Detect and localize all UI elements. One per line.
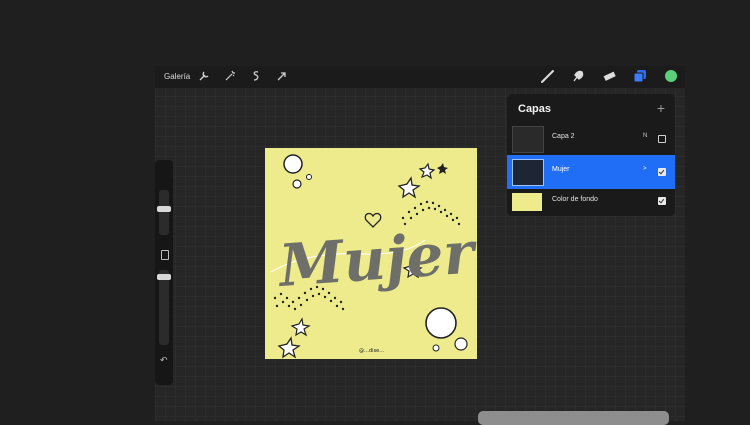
brush-icon[interactable] [541,69,555,83]
magic-wand-icon[interactable] [224,70,236,82]
opacity-slider[interactable] [159,270,169,345]
artwork-signature: @…dise… [359,348,384,354]
opacity-handle[interactable] [157,274,171,280]
layer-thumbnail [512,126,544,153]
undo-icon[interactable]: ↶ [160,355,168,366]
selection-icon[interactable] [250,70,262,82]
layer-name: Mujer [552,166,570,173]
layer-row-capa-2[interactable]: Capa 2 N [507,122,675,156]
layer-name: Color de fondo [552,196,598,203]
bottom-panel-handle[interactable] [478,411,669,425]
modify-button-icon[interactable] [161,250,169,260]
layer-visibility-checkbox[interactable] [658,197,666,205]
background-color-swatch[interactable] [512,193,542,211]
layer-visibility-checkbox[interactable] [658,168,666,176]
layers-icon[interactable] [633,69,647,83]
layer-row-background-color[interactable]: Color de fondo [507,189,675,215]
artwork-title: Mujer [275,218,477,300]
smudge-icon[interactable] [571,69,585,83]
add-layer-button[interactable]: + [657,100,665,116]
gallery-button[interactable]: Galería [164,72,190,81]
eraser-icon[interactable] [602,69,616,83]
layer-name: Capa 2 [552,133,575,140]
brush-size-slider[interactable] [159,190,169,235]
layer-visibility-checkbox[interactable] [658,135,666,143]
blend-mode-label[interactable]: > [643,166,647,172]
wrench-icon[interactable] [198,70,210,82]
artwork-illustration: @…dise… Mujer [270,154,477,359]
layers-panel: Capas + Capa 2 N Mujer > Color de fondo [507,94,675,216]
layer-row-mujer[interactable]: Mujer > [507,155,675,189]
blend-mode-label[interactable]: N [643,133,647,139]
artwork-canvas[interactable]: @…dise… Mujer [265,148,477,359]
layer-thumbnail [512,159,544,186]
left-sidebar: ↶ [155,160,173,385]
brush-size-handle[interactable] [157,206,171,212]
color-icon[interactable] [664,69,678,83]
layers-title: Capas [518,103,552,115]
transform-arrow-icon[interactable] [276,70,288,82]
